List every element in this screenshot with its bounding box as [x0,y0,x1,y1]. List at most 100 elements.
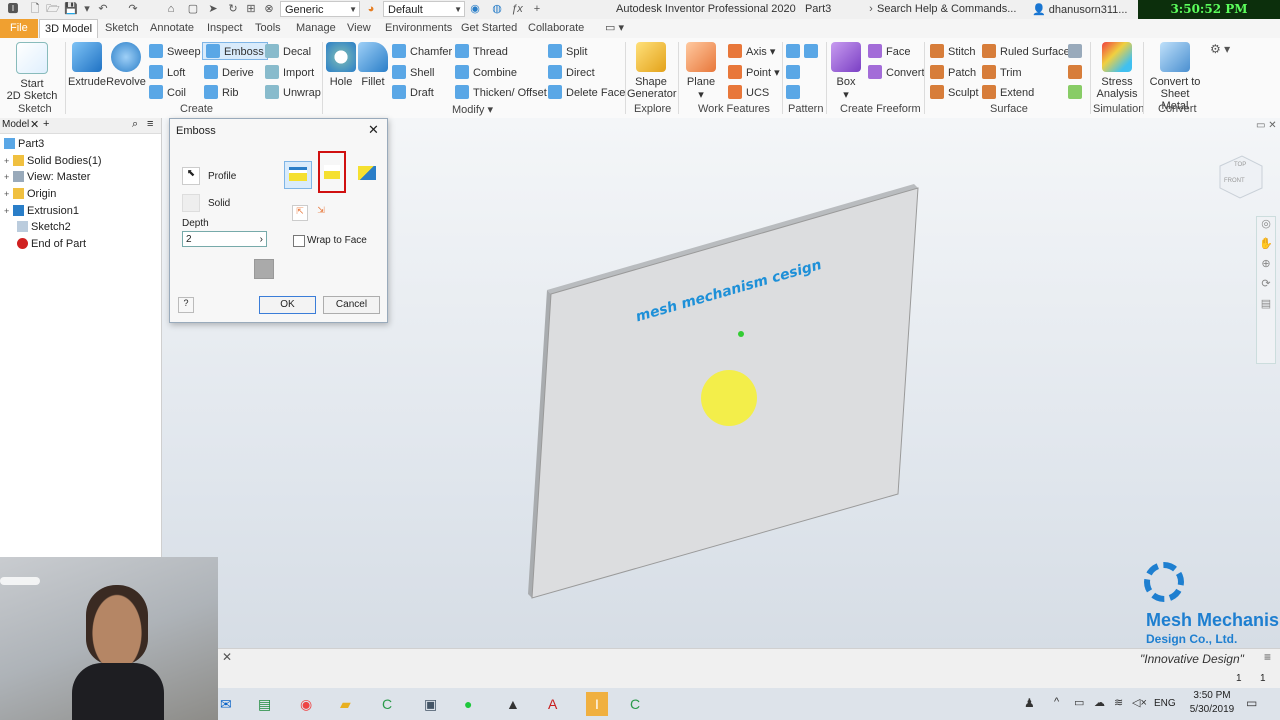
extrude-button[interactable]: Extrude [68,42,106,88]
taskbar-date[interactable]: 5/30/2019 [1184,704,1240,715]
tab-annotate[interactable]: Annotate [145,19,199,38]
tree-item-view-master[interactable]: + View: Master [4,171,90,183]
maximize-icon[interactable]: ▭ ✕ [1256,120,1277,131]
help-icon[interactable]: ? [178,297,194,313]
color-swatch-button[interactable] [254,259,274,279]
tab-file[interactable]: File [0,19,38,38]
tab-get-started[interactable]: Get Started [456,19,522,38]
tree-item-sketch2[interactable]: Sketch2 [17,221,71,233]
save-icon[interactable]: 💾 [64,2,78,16]
face-button[interactable]: Face [868,44,910,58]
trim-button[interactable]: Trim [982,65,1022,79]
ribbon-options-icon[interactable]: ▭ ▾ [600,19,629,38]
axis-button[interactable]: Axis ▾ [728,44,775,58]
orbit-icon[interactable]: ⟳ [1257,277,1275,297]
fx-icon[interactable]: ƒx [510,2,524,16]
cloud-icon[interactable]: ☁ [1094,696,1105,709]
update-icon[interactable]: ↻ [226,2,240,16]
split-button[interactable]: Split [548,44,587,58]
select-icon[interactable]: ▢ [186,2,200,16]
tab-3d-model[interactable]: 3D Model [39,19,99,39]
recorder-icon[interactable]: C [630,696,640,712]
tree-item-solid-bodies[interactable]: + Solid Bodies(1) [4,155,102,167]
tab-view[interactable]: View [342,19,376,38]
direction-flip-icon[interactable]: ⇱ [292,205,308,221]
loft-button[interactable]: Loft [149,65,185,79]
tab-collaborate[interactable]: Collaborate [523,19,589,38]
help-search[interactable]: Search Help & Commands... [877,1,1027,17]
home-icon[interactable]: ⌂ [164,2,178,16]
material-icon[interactable]: ◕ [364,2,378,16]
engrave-from-face-button[interactable] [318,151,346,193]
profile-select-button[interactable]: ⬉ [182,167,200,185]
rectangular-pattern-button[interactable] [786,44,822,58]
cancel-update-icon[interactable]: ⊗ [262,2,276,16]
decal-button[interactable]: Decal [265,44,311,58]
chevron-right-icon[interactable]: › [260,232,263,248]
box-button[interactable]: Box ▾ [830,42,862,101]
people-icon[interactable]: ♟ [1024,696,1035,710]
ribbon-settings-icon[interactable]: ⚙ ▾ [1210,42,1230,56]
ruled-surface-button[interactable]: Ruled Surface [982,44,1070,58]
shell-button[interactable]: Shell [392,65,434,79]
hole-button[interactable]: Hole [326,42,356,88]
language-indicator[interactable]: ENG [1154,698,1176,709]
coil-button[interactable]: Coil [149,85,186,99]
patch-button[interactable]: Patch [930,65,976,79]
outlook-icon[interactable]: ✉ [220,696,232,713]
chamfer-button[interactable]: Chamfer [392,44,452,58]
unwrap-button[interactable]: Unwrap [265,85,321,99]
user-account[interactable]: 👤 dhanusorn311... [1032,3,1127,16]
steering-wheel-icon[interactable]: ◎ [1257,217,1275,237]
plus-icon[interactable]: + [530,2,544,16]
plane-button[interactable]: Plane ▾ [684,42,718,101]
direction-other-icon[interactable]: ⇲ [314,205,328,219]
tree-item-end-of-part[interactable]: End of Part [17,238,86,250]
emboss-button[interactable]: Emboss [202,42,268,60]
battery-icon[interactable]: ▭ [1074,696,1084,709]
browser-tab-model[interactable]: Model [2,119,29,130]
rib-button[interactable]: Rib [204,85,239,99]
folder-icon[interactable]: ▰ [340,696,351,713]
revolve-button[interactable]: Revolve [106,42,146,88]
volume-icon[interactable]: ◁× [1132,696,1147,709]
sweep-button[interactable]: Sweep [149,44,201,58]
surface-tool-3-icon[interactable] [1068,85,1086,99]
clear-icon[interactable]: ◍ [490,2,504,16]
sculpt-button[interactable]: Sculpt [930,85,979,99]
save-arrow-icon[interactable]: ▾ [80,2,94,16]
cursor-icon[interactable]: ➤ [206,2,220,16]
emboss-engrave-plane-button[interactable] [354,161,380,187]
zoom-icon[interactable]: ⊕ [1257,257,1275,277]
close-icon[interactable]: ✕ [368,122,379,138]
taskbar-time[interactable]: 3:50 PM [1190,690,1234,701]
appearance-combo[interactable]: Generic ▼ [280,1,360,17]
acrobat-icon[interactable]: A [548,696,557,712]
add-tab-icon[interactable]: + [43,118,49,130]
tab-environments[interactable]: Environments [380,19,457,38]
chrome-icon[interactable]: ◉ [300,696,312,713]
convert-to-sheet-metal-button[interactable]: Convert to Sheet Metal [1146,42,1204,112]
fillet-button[interactable]: Fillet [358,42,388,88]
image-icon[interactable]: ▲ [506,696,520,712]
convert-button[interactable]: Convert [868,65,925,79]
surface-tool-2-icon[interactable] [1068,65,1086,79]
measure-icon[interactable]: ⊞ [244,2,258,16]
inventor-icon[interactable]: I [586,692,608,716]
color-icon[interactable]: ◉ [468,2,482,16]
app-icon[interactable]: 🅸 [6,2,20,16]
close-icon[interactable]: ✕ [222,650,232,664]
tab-sketch[interactable]: Sketch [100,19,144,38]
tab-tools[interactable]: Tools [250,19,286,38]
stress-analysis-button[interactable]: Stress Analysis [1094,42,1140,100]
search-icon[interactable]: ⌕ [132,118,138,131]
wifi-icon[interactable]: ≋ [1114,696,1123,709]
start-2d-sketch-button[interactable]: Start 2D Sketch [6,42,58,102]
tray-chevron-icon[interactable]: ^ [1054,696,1059,708]
ucs-button[interactable]: UCS [728,85,769,99]
close-icon[interactable]: ✕ [30,118,39,131]
tab-manage[interactable]: Manage [291,19,341,38]
tree-item-extrusion1[interactable]: + Extrusion1 [4,205,79,217]
menu-icon[interactable]: ≡ [1264,650,1271,664]
stitch-button[interactable]: Stitch [930,44,976,58]
